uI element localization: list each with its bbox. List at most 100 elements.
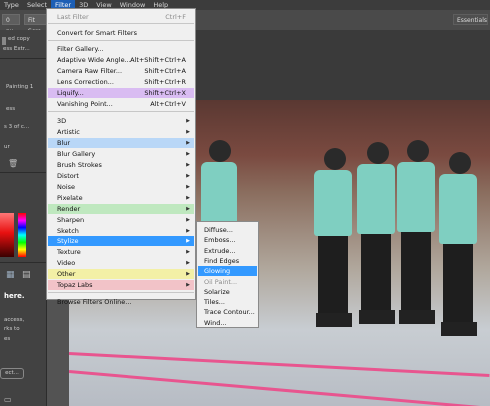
learn-text: access, [4, 317, 25, 323]
submenu-arrow-icon: ▶ [186, 140, 190, 146]
submenu-item-label: Tiles... [204, 298, 225, 307]
menu-item-label: Lens Correction... [57, 78, 114, 86]
menu-item-shortcut: Alt+Ctrl+V [150, 100, 186, 108]
track-line [69, 370, 489, 406]
menu-item-shortcut: Shift+Ctrl+X [144, 89, 186, 97]
menu-item-label: Other [57, 270, 76, 278]
submenu-arrow-icon: ▶ [186, 118, 190, 124]
filter-menu-item[interactable]: Lens Correction... Shift+Ctrl+R [48, 77, 194, 87]
menu-item-label: Sketch [57, 227, 79, 235]
menu-item-label: Blur [57, 139, 71, 147]
filter-menu-item[interactable]: Stylize ▶ [48, 236, 194, 246]
menu-item-label: Pixelate [57, 194, 83, 202]
submenu-arrow-icon: ▶ [186, 151, 190, 157]
history-item[interactable]: Painting 1 [6, 84, 33, 90]
menu-type[interactable]: Type [0, 0, 23, 10]
menu-item-label: Topaz Labs [57, 281, 93, 289]
filter-menu-item[interactable]: Convert for Smart Filters [48, 28, 194, 38]
history-item[interactable]: ur [4, 144, 10, 150]
filter-menu-item[interactable]: Noise ▶ [48, 182, 194, 192]
menu-separator [48, 111, 194, 112]
filter-menu-item[interactable]: Pixelate ▶ [48, 193, 194, 203]
filter-menu: Last Filter Ctrl+F Convert for Smart Filte… [46, 8, 196, 306]
history-item[interactable]: ess Extr... [3, 46, 30, 52]
learn-text: rks to [4, 326, 20, 332]
stylize-submenu-item[interactable]: Trace Contour... [198, 307, 257, 317]
filter-menu-item[interactable]: Filter Gallery... [48, 44, 194, 54]
submenu-arrow-icon: ▶ [186, 228, 190, 234]
trash-icon[interactable]: 🗑 [8, 159, 18, 168]
filter-menu-item[interactable]: Last Filter Ctrl+F [48, 12, 194, 22]
filter-menu-item[interactable]: Camera Raw Filter... Shift+Ctrl+A [48, 66, 194, 76]
stylize-submenu-item[interactable]: Emboss... [198, 235, 257, 245]
menu-item-label: Video [57, 259, 76, 267]
filter-menu-item[interactable]: Sharpen ▶ [48, 215, 194, 225]
submenu-item-label: Diffuse... [204, 226, 233, 234]
fit-screen-button[interactable]: Fit Scre [24, 14, 48, 35]
submenu-item-label: Solarize [204, 287, 230, 296]
submenu-arrow-icon: ▶ [186, 173, 190, 179]
menu-item-shortcut: Shift+Ctrl+A [144, 67, 186, 75]
hue-slider[interactable] [18, 213, 26, 257]
menu-separator [48, 292, 194, 293]
folder-icon[interactable]: ▭ [4, 395, 12, 404]
filter-menu-item[interactable]: Brush Strokes ▶ [48, 160, 194, 170]
submenu-item-label: Emboss... [204, 236, 236, 245]
learn-heading: here. [4, 292, 25, 300]
stylize-submenu-item[interactable]: Find Edges [198, 256, 257, 266]
size-field[interactable]: 0 px [2, 14, 20, 35]
submenu-item-label: Find Edges [204, 256, 240, 265]
left-panel: ed copy ess Extr... Painting 1 ess s 3 o… [0, 30, 47, 406]
history-item[interactable]: ed copy [8, 36, 30, 42]
menu-item-label: Blur Gallery [57, 150, 96, 158]
stylize-submenu-item[interactable]: Diffuse... [198, 225, 257, 235]
panel-button[interactable]: ect... [0, 368, 24, 379]
menu-item-label: Noise [57, 183, 76, 191]
list-view-icon[interactable]: ▤ [22, 270, 31, 280]
submenu-arrow-icon: ▶ [186, 129, 190, 135]
menu-item-shortcut: Shift+Ctrl+R [144, 78, 186, 86]
submenu-arrow-icon: ▶ [186, 162, 190, 168]
filter-menu-item[interactable]: Texture ▶ [48, 247, 194, 257]
filter-menu-item[interactable]: Blur ▶ [48, 138, 194, 148]
submenu-item-label: Wind... [204, 318, 227, 327]
menu-item-label: Camera Raw Filter... [57, 67, 123, 75]
menu-item-label: Adaptive Wide Angle... [57, 56, 131, 64]
stylize-submenu-item[interactable]: Solarize [198, 287, 257, 297]
menu-item-label: Last Filter [57, 13, 89, 21]
stylize-submenu-item[interactable]: Wind... [198, 318, 257, 328]
menu-item-label: Artistic [57, 128, 80, 136]
filter-menu-item[interactable]: Browse Filters Online... [48, 297, 194, 307]
filter-menu-item[interactable]: Vanishing Point... Alt+Ctrl+V [48, 99, 194, 109]
history-item[interactable]: s 3 of c... [4, 124, 29, 130]
filter-menu-item[interactable]: Blur Gallery ▶ [48, 149, 194, 159]
filter-menu-item[interactable]: 3D ▶ [48, 116, 194, 126]
filter-menu-item[interactable]: Artistic ▶ [48, 127, 194, 137]
menu-item-label: 3D [57, 117, 67, 125]
submenu-arrow-icon: ▶ [186, 238, 190, 244]
history-item[interactable]: ess [6, 106, 15, 112]
submenu-arrow-icon: ▶ [186, 282, 190, 288]
stylize-submenu-item[interactable]: Tiles... [198, 297, 257, 307]
workspace-switcher[interactable]: Essentials [453, 14, 488, 25]
filter-menu-item[interactable]: Topaz Labs ▶ [48, 280, 194, 290]
filter-menu-item[interactable]: Distort ▶ [48, 171, 194, 181]
filter-menu-item[interactable]: Other ▶ [48, 269, 194, 279]
menu-item-label: Vanishing Point... [57, 100, 113, 108]
menu-separator [48, 40, 194, 41]
filter-menu-item[interactable]: Adaptive Wide Angle... Alt+Shift+Ctrl+A [48, 55, 194, 65]
submenu-arrow-icon: ▶ [186, 260, 190, 266]
menu-item-shortcut: Alt+Shift+Ctrl+A [130, 56, 186, 64]
history-thumb [2, 37, 6, 45]
filter-menu-item[interactable]: Render ▶ [48, 204, 194, 214]
filter-menu-item[interactable]: Sketch ▶ [48, 226, 194, 236]
stylize-submenu-item[interactable]: Oil Paint... [198, 277, 257, 287]
stylize-submenu-item[interactable]: Glowing Edges... [198, 266, 257, 285]
filter-menu-item[interactable]: Video ▶ [48, 258, 194, 268]
menu-item-label: Convert for Smart Filters [57, 29, 137, 37]
stylize-submenu-item[interactable]: Extrude... [198, 246, 257, 256]
track-line [69, 352, 490, 378]
color-field[interactable] [0, 213, 14, 257]
filter-menu-item[interactable]: Liquify... Shift+Ctrl+X [48, 88, 194, 98]
grid-view-icon[interactable]: ▦ [6, 270, 15, 280]
